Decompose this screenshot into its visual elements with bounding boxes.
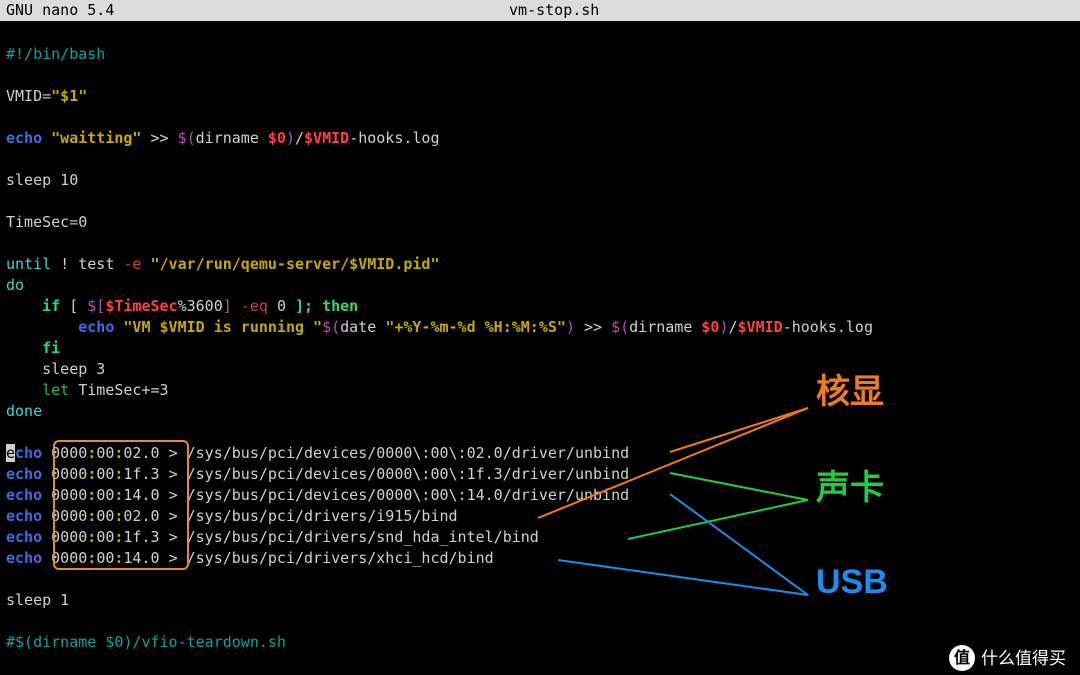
nano-titlebar: GNU nano 5.4 vm-stop.sh bbox=[0, 0, 1080, 21]
echo-line-usb-bind: echo 0000:00:14.0 > /sys/bus/pci/drivers… bbox=[6, 549, 494, 567]
do-kw: do bbox=[6, 276, 24, 294]
if-kw: if bbox=[6, 297, 60, 315]
echo-line-audio-bind: echo 0000:00:1f.3 > /sys/bus/pci/drivers… bbox=[6, 528, 539, 546]
filename: vm-stop.sh bbox=[34, 0, 1074, 21]
until-kw: until bbox=[6, 255, 51, 273]
waitting-str: "waitting" bbox=[51, 129, 141, 147]
pid-path: "/var/run/qemu-server/$VMID.pid" bbox=[151, 255, 440, 273]
let-kw: let bbox=[6, 381, 69, 399]
echo-line-usb-unbind: echo 0000:00:14.0 > /sys/bus/pci/devices… bbox=[6, 486, 629, 504]
sleep-3: sleep 3 bbox=[6, 360, 105, 378]
running-msg: "VM $VMID is running " bbox=[123, 318, 322, 336]
annotation-audio: 声卡 bbox=[816, 478, 884, 499]
sleep-10: sleep 10 bbox=[6, 171, 78, 189]
shebang: #!/bin/bash bbox=[6, 45, 105, 63]
echo-kw: echo bbox=[6, 129, 42, 147]
echo-line-gpu-unbind: echo 0000:00:02.0 > /sys/bus/pci/devices… bbox=[6, 444, 629, 462]
watermark-badge-icon: 值 bbox=[949, 645, 975, 671]
editor-content[interactable]: #!/bin/bash VMID="$1" echo "waitting" >>… bbox=[0, 21, 1080, 653]
watermark: 值 什么值得买 bbox=[949, 645, 1066, 671]
echo-line-gpu-bind: echo 0000:00:02.0 > /sys/bus/pci/drivers… bbox=[6, 507, 458, 525]
annotation-gpu: 核显 bbox=[816, 382, 884, 403]
watermark-text: 什么值得买 bbox=[981, 648, 1066, 669]
echo-line-audio-unbind: echo 0000:00:1f.3 > /sys/bus/pci/devices… bbox=[6, 465, 629, 483]
teardown-comment: #$(dirname $0)/vfio-teardown.sh bbox=[6, 633, 286, 651]
timesec-init: TimeSec=0 bbox=[6, 213, 87, 231]
annotation-usb: USB bbox=[816, 572, 888, 593]
fi-kw: fi bbox=[6, 339, 60, 357]
done-kw: done bbox=[6, 402, 42, 420]
vmid-assign: VMID="$1" bbox=[6, 87, 87, 105]
sleep-1: sleep 1 bbox=[6, 591, 69, 609]
